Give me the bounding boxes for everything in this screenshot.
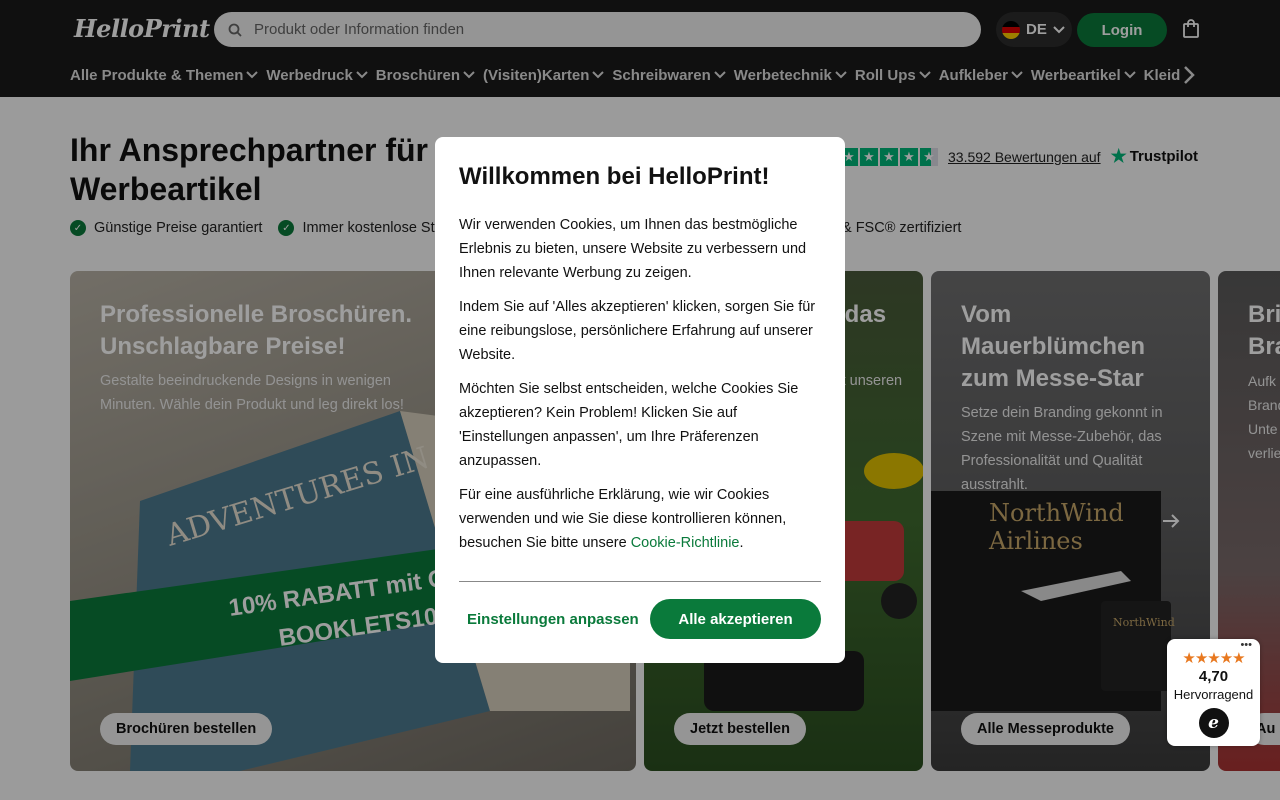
trusted-shops-rating-widget[interactable]: ••• ★★★★★ 4,70 Hervorragend e — [1167, 639, 1260, 746]
modal-title: Willkommen bei HelloPrint! — [459, 163, 770, 190]
modal-divider — [459, 581, 821, 582]
modal-paragraph: Indem Sie auf 'Alles akzeptieren' klicke… — [459, 299, 816, 363]
rating-label: Hervorragend — [1173, 687, 1254, 702]
modal-paragraph: Für eine ausführliche Erklärung, wie wir… — [459, 487, 787, 551]
modal-paragraph: Wir verwenden Cookies, um Ihnen das best… — [459, 217, 807, 281]
more-options-icon[interactable]: ••• — [1240, 639, 1252, 651]
rating-value: 4,70 — [1198, 668, 1229, 685]
modal-paragraph: Möchten Sie selbst entscheiden, welche C… — [459, 381, 799, 469]
trusted-shops-e-icon: e — [1198, 708, 1229, 738]
rating-stars: ★★★★★ — [1182, 650, 1245, 667]
customize-settings-button[interactable]: Einstellungen anpassen — [459, 599, 639, 639]
cookie-consent-modal: Willkommen bei HelloPrint! Wir verwenden… — [435, 137, 845, 663]
accept-all-button[interactable]: Alle akzeptieren — [650, 599, 821, 639]
cookie-policy-link[interactable]: Cookie-Richtlinie — [631, 535, 740, 551]
